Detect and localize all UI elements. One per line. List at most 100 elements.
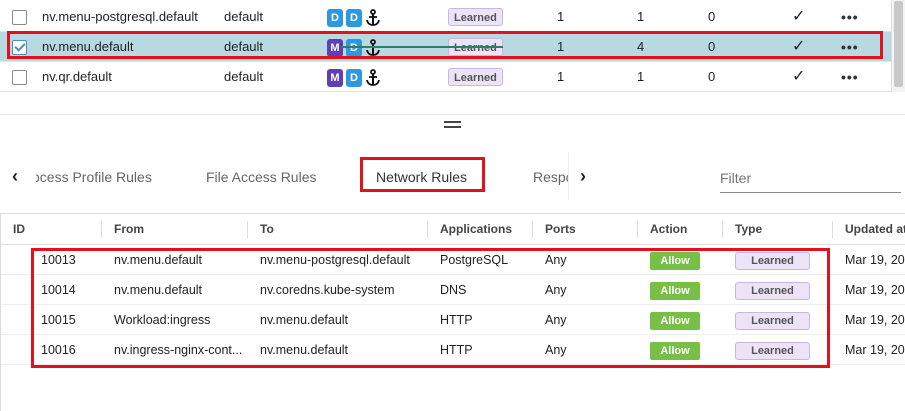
anchor-icon — [366, 68, 380, 86]
table-row[interactable]: 10013 nv.menu.default nv.menu-postgresql… — [1, 245, 905, 275]
group-name: nv.qr.default — [42, 69, 112, 84]
learned-badge: Learned — [735, 251, 810, 270]
count-1: 1 — [557, 9, 565, 24]
checkmark-icon: ✓ — [792, 68, 806, 85]
rule-from: nv.menu.default — [114, 283, 203, 297]
rule-from: Workload:ingress — [114, 313, 211, 327]
allow-badge: Allow — [650, 311, 700, 330]
rule-ports: Any — [545, 253, 567, 267]
learned-badge: Learned — [735, 341, 810, 360]
more-options-icon[interactable]: ••• — [841, 2, 859, 32]
group-domain: default — [224, 9, 264, 24]
rule-id: 10015 — [41, 313, 76, 327]
column-divider — [637, 221, 638, 238]
group-row[interactable]: nv.qr.default default MD Learned 1 1 0 ✓… — [0, 62, 891, 92]
count-2: 1 — [637, 69, 645, 84]
rule-ports: Any — [545, 343, 567, 357]
network-rules-table: ID From To Applications Ports Action Typ… — [0, 213, 905, 411]
rule-action: Allow — [650, 275, 700, 305]
tab-separator — [568, 152, 569, 200]
column-header-updated-at[interactable]: Updated at — [845, 214, 905, 245]
count-1: 1 — [557, 69, 565, 84]
table-header: ID From To Applications Ports Action Typ… — [1, 214, 905, 245]
column-header-from[interactable]: From — [114, 214, 144, 245]
column-header-type[interactable]: Type — [735, 214, 762, 245]
count-2: 4 — [637, 39, 645, 54]
count-1: 1 — [557, 39, 565, 54]
badge-m: M — [327, 68, 343, 87]
allow-badge: Allow — [650, 341, 700, 360]
status-badge: Learned — [448, 2, 503, 32]
column-header-id[interactable]: ID — [13, 214, 25, 245]
checkmark-icon: ✓ — [792, 38, 806, 55]
rule-type: Learned — [735, 245, 810, 275]
chevron-right-icon[interactable]: › — [580, 167, 594, 185]
rule-updated-at: Mar 19, 2024 — [845, 283, 905, 297]
tab-process-profile-rules[interactable]: Process Profile Rules — [36, 169, 152, 185]
scrollbar-thumb[interactable] — [894, 1, 903, 87]
count-3: 0 — [708, 39, 716, 54]
count-3: 0 — [708, 69, 716, 84]
rule-from: nv.menu.default — [114, 253, 203, 267]
resize-handle-icon[interactable] — [444, 121, 461, 129]
learned-badge: Learned — [735, 311, 810, 330]
rule-ports: Any — [545, 283, 567, 297]
rule-action: Allow — [650, 305, 700, 335]
column-header-to[interactable]: To — [260, 214, 274, 245]
group-row[interactable]: nv.menu-postgresql.default default DD Le… — [0, 2, 891, 32]
rule-type: Learned — [735, 335, 810, 365]
tab-network-rules[interactable]: Network Rules — [376, 169, 467, 185]
more-options-icon[interactable]: ••• — [841, 62, 859, 92]
rules-tabs: ‹ Process Profile Rules File Access Rule… — [0, 152, 605, 200]
rule-application: HTTP — [440, 313, 473, 327]
group-badges: DD — [327, 2, 381, 32]
column-divider — [532, 221, 533, 238]
rule-to: nv.menu.default — [260, 343, 349, 357]
table-row[interactable]: 10016 nv.ingress-nginx-cont... nv.menu.d… — [1, 335, 905, 365]
tab-file-access-rules[interactable]: File Access Rules — [206, 169, 316, 185]
column-divider — [722, 221, 723, 238]
table-row[interactable]: 10014 nv.menu.default nv.coredns.kube-sy… — [1, 275, 905, 305]
filter-field[interactable] — [720, 165, 901, 193]
vertical-scrollbar[interactable] — [891, 0, 905, 92]
active-tab-indicator — [341, 46, 503, 48]
filter-input[interactable] — [720, 165, 901, 191]
checkmark-icon: ✓ — [792, 8, 806, 25]
rule-id: 10013 — [41, 253, 76, 267]
group-domain: default — [224, 39, 264, 54]
more-options-icon[interactable]: ••• — [841, 32, 859, 62]
count-2: 1 — [637, 9, 645, 24]
rule-id: 10016 — [41, 343, 76, 357]
badge-d: D — [346, 68, 362, 87]
rule-application: PostgreSQL — [440, 253, 509, 267]
column-header-action[interactable]: Action — [650, 214, 687, 245]
rule-to: nv.menu-postgresql.default — [260, 253, 410, 267]
column-divider — [247, 221, 248, 238]
allow-badge: Allow — [650, 251, 700, 270]
rule-application: HTTP — [440, 343, 473, 357]
tab-response-rules[interactable]: Response Rules — [533, 169, 569, 185]
rule-updated-at: Mar 19, 2024 — [845, 253, 905, 267]
rule-updated-at: Mar 19, 2024 — [845, 313, 905, 327]
group-name: nv.menu-postgresql.default — [42, 9, 198, 24]
rule-action: Allow — [650, 335, 700, 365]
group-name: nv.menu.default — [42, 39, 134, 54]
row-checkbox[interactable] — [12, 70, 27, 85]
chevron-left-icon[interactable]: ‹ — [12, 167, 26, 185]
rule-application: DNS — [440, 283, 467, 297]
table-row[interactable]: 10015 Workload:ingress nv.menu.default H… — [1, 305, 905, 335]
column-divider — [101, 221, 102, 238]
status-badge: Learned — [448, 62, 503, 92]
row-checkbox[interactable] — [12, 40, 27, 55]
group-badges: MD — [327, 62, 381, 92]
pane-divider — [0, 114, 905, 115]
rule-id: 10014 — [41, 283, 76, 297]
anchor-icon — [366, 8, 380, 26]
row-checkbox[interactable] — [12, 10, 27, 25]
allow-badge: Allow — [650, 281, 700, 300]
column-divider — [832, 221, 833, 238]
column-header-ports[interactable]: Ports — [545, 214, 576, 245]
column-header-applications[interactable]: Applications — [440, 214, 512, 245]
rule-to: nv.coredns.kube-system — [260, 283, 395, 297]
rule-action: Allow — [650, 245, 700, 275]
